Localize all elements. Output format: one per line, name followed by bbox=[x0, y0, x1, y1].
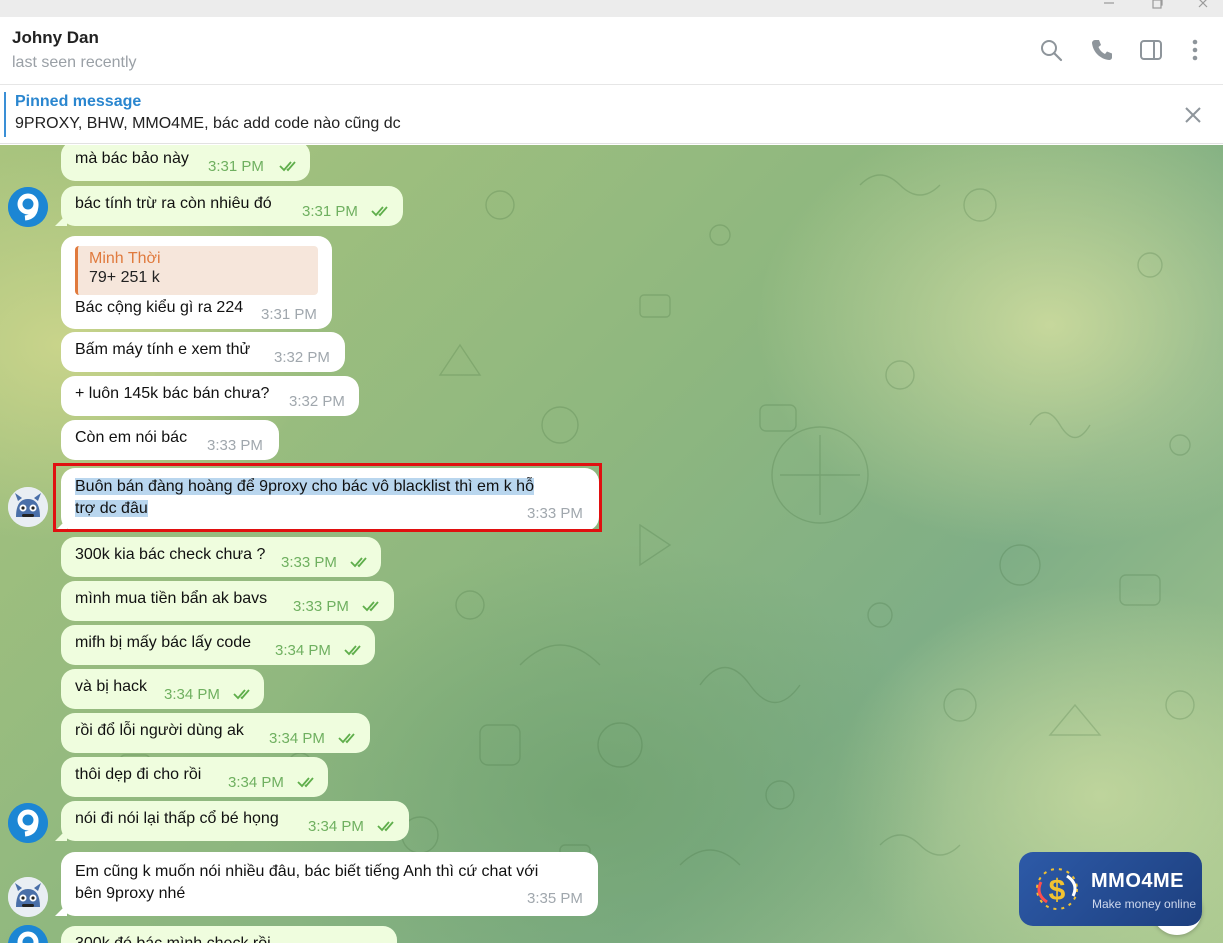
monster-avatar-icon bbox=[8, 487, 48, 527]
read-check-icon bbox=[362, 601, 379, 612]
peer-name[interactable]: Johny Dan bbox=[12, 28, 99, 48]
message-text: 300k đó bác mình check rồi bbox=[75, 935, 271, 943]
nine-logo-icon bbox=[8, 187, 48, 227]
more-vert-icon[interactable] bbox=[1182, 37, 1208, 63]
close-icon[interactable] bbox=[1192, 0, 1214, 14]
pinned-message-bar[interactable]: Pinned message 9PROXY, BHW, MMO4ME, bác … bbox=[0, 85, 1223, 144]
maximize-icon[interactable] bbox=[1146, 0, 1168, 14]
message-time: 3:34 PM bbox=[269, 730, 325, 747]
pinned-accent-bar bbox=[4, 92, 6, 137]
message-text: rồi đổ lỗi người dùng ak bbox=[75, 722, 244, 739]
read-check-icon bbox=[297, 777, 314, 788]
read-check-icon bbox=[350, 557, 367, 568]
message-text: bên 9proxy nhé bbox=[75, 885, 186, 902]
avatar[interactable] bbox=[8, 487, 48, 527]
message-time: 3:31 PM bbox=[302, 203, 358, 220]
message-text: + luôn 145k bác bán chưa? bbox=[75, 385, 270, 402]
avatar[interactable] bbox=[8, 925, 48, 943]
close-icon[interactable] bbox=[1182, 104, 1204, 126]
avatar[interactable] bbox=[8, 877, 48, 917]
search-icon[interactable] bbox=[1038, 37, 1064, 63]
message-time: 3:34 PM bbox=[308, 818, 364, 835]
message-bubble[interactable]: rồi đổ lỗi người dùng ak 3:34 PM bbox=[61, 713, 370, 753]
message-text: mà bác bảo này bbox=[75, 150, 189, 167]
message-text: nói đi nói lại thấp cổ bé họng bbox=[75, 810, 279, 827]
message-time: 3:33 PM bbox=[207, 437, 263, 454]
message-bubble[interactable]: và bị hack 3:34 PM bbox=[61, 669, 264, 709]
message-time: 3:32 PM bbox=[289, 393, 345, 410]
watermark-title: MMO4ME bbox=[1091, 870, 1184, 892]
reply-text: 79+ 251 k bbox=[89, 269, 160, 286]
window-titlebar bbox=[0, 0, 1223, 17]
message-time: 3:33 PM bbox=[281, 554, 337, 571]
read-check-icon bbox=[233, 689, 250, 700]
message-time: 3:33 PM bbox=[293, 598, 349, 615]
reply-author: Minh Thời bbox=[89, 250, 161, 267]
message-bubble[interactable]: Minh Thời 79+ 251 k Bác cộng kiểu gì ra … bbox=[61, 236, 332, 329]
peer-status: last seen recently bbox=[12, 54, 137, 71]
message-text: 300k kia bác check chưa ? bbox=[75, 546, 266, 563]
message-text: mifh bị mấy bác lấy code bbox=[75, 634, 252, 651]
pinned-title: Pinned message bbox=[15, 93, 142, 110]
message-bubble[interactable]: mà bác bảo này 3:31 PM bbox=[61, 145, 310, 181]
watermark-subtitle: Make money online bbox=[1092, 897, 1197, 911]
message-text: mình mua tiền bẩn ak bavs bbox=[75, 590, 268, 607]
message-time: 3:34 PM bbox=[275, 642, 331, 659]
message-text: thôi dẹp đi cho rồi bbox=[75, 766, 202, 783]
avatar[interactable] bbox=[8, 803, 48, 843]
nine-logo-icon bbox=[8, 925, 48, 943]
message-bubble[interactable]: thôi dẹp đi cho rồi 3:34 PM bbox=[61, 757, 328, 797]
message-bubble[interactable]: mifh bị mấy bác lấy code 3:34 PM bbox=[61, 625, 375, 665]
message-time: 3:35 PM bbox=[527, 890, 583, 907]
dollar-logo-icon: $ bbox=[1036, 868, 1078, 910]
message-text: và bị hack bbox=[75, 678, 148, 695]
chat-header: Johny Dan last seen recently bbox=[0, 17, 1223, 85]
message-bubble[interactable]: Bấm máy tính e xem thử 3:32 PM bbox=[61, 332, 345, 372]
reply-quote[interactable]: Minh Thời 79+ 251 k bbox=[75, 246, 318, 295]
message-bubble[interactable]: bác tính trừ ra còn nhiêu đó 3:31 PM bbox=[61, 186, 403, 226]
message-bubble[interactable]: + luôn 145k bác bán chưa? 3:32 PM bbox=[61, 376, 359, 416]
avatar[interactable] bbox=[8, 187, 48, 227]
message-time: 3:31 PM bbox=[261, 306, 317, 323]
read-check-icon bbox=[344, 645, 361, 656]
message-bubble[interactable]: 300k kia bác check chưa ? 3:33 PM bbox=[61, 537, 381, 577]
read-check-icon bbox=[371, 206, 388, 217]
watermark-logo: $ MMO4ME Make money online bbox=[1019, 852, 1202, 926]
minimize-icon[interactable] bbox=[1098, 0, 1120, 14]
message-time: 3:31 PM bbox=[208, 158, 264, 175]
message-text: bác tính trừ ra còn nhiêu đó bbox=[75, 195, 272, 212]
message-time: 3:34 PM bbox=[164, 686, 220, 703]
pinned-text: 9PROXY, BHW, MMO4ME, bác add code nào cũ… bbox=[15, 115, 401, 132]
phone-icon[interactable] bbox=[1089, 37, 1115, 63]
message-time: 3:32 PM bbox=[274, 349, 330, 366]
message-bubble[interactable]: 300k đó bác mình check rồi bbox=[61, 926, 397, 943]
sidebar-toggle-icon[interactable] bbox=[1138, 37, 1164, 63]
message-bubble[interactable]: mình mua tiền bẩn ak bavs 3:33 PM bbox=[61, 581, 394, 621]
read-check-icon bbox=[377, 821, 394, 832]
nine-logo-icon bbox=[8, 803, 48, 843]
message-text: Còn em nói bác bbox=[75, 429, 188, 446]
message-bubble[interactable]: nói đi nói lại thấp cổ bé họng 3:34 PM bbox=[61, 801, 409, 841]
message-list[interactable]: mà bác bảo này 3:31 PM bác tính trừ ra c… bbox=[0, 145, 1223, 943]
message-bubble[interactable]: Em cũng k muốn nói nhiều đâu, bác biết t… bbox=[61, 852, 598, 916]
message-text: Bác cộng kiểu gì ra 224 bbox=[75, 299, 244, 316]
read-check-icon bbox=[338, 733, 355, 744]
read-check-icon bbox=[279, 161, 296, 172]
message-time: 3:34 PM bbox=[228, 774, 284, 791]
svg-text:$: $ bbox=[1049, 874, 1066, 907]
highlight-annotation bbox=[53, 463, 602, 532]
message-bubble[interactable]: Còn em nói bác 3:33 PM bbox=[61, 420, 279, 460]
message-text: Bấm máy tính e xem thử bbox=[75, 341, 251, 358]
message-text: Em cũng k muốn nói nhiều đâu, bác biết t… bbox=[75, 863, 539, 880]
monster-avatar-icon bbox=[8, 877, 48, 917]
